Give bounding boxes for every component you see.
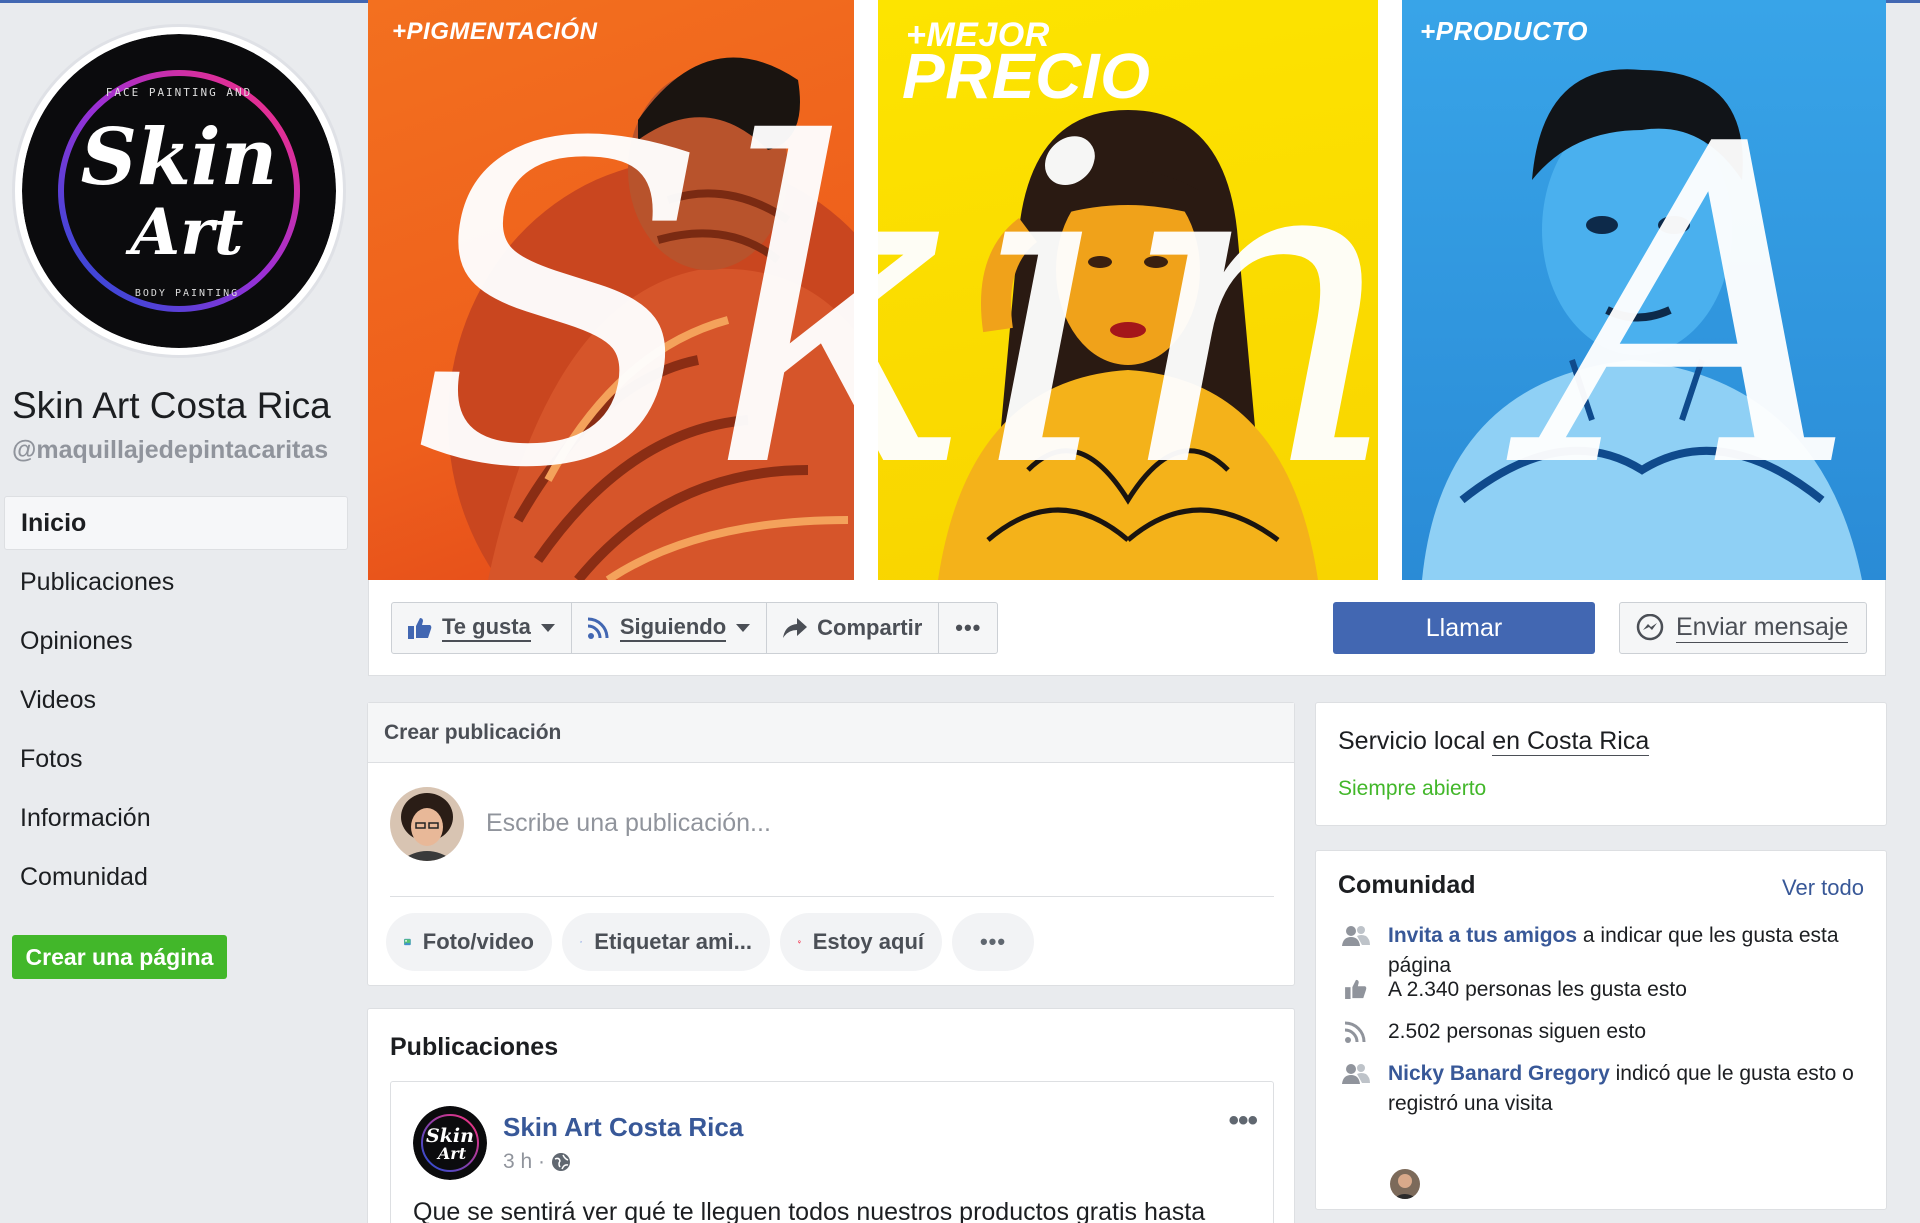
create-post-card: Crear publicación Escribe una publicació… bbox=[367, 702, 1295, 986]
photo-video-chip[interactable]: Foto/video bbox=[386, 913, 552, 971]
check-in-label: Estoy aquí bbox=[812, 929, 924, 954]
nav-item-fotos[interactable]: Fotos bbox=[4, 732, 348, 791]
nav-item-publicaciones[interactable]: Publicaciones bbox=[4, 555, 348, 614]
cover-caption-precio: PRECIO bbox=[902, 40, 1151, 112]
location-link[interactable]: en Costa Rica bbox=[1492, 727, 1650, 756]
globe-icon[interactable] bbox=[551, 1152, 571, 1172]
likes-row: A 2.340 personas les gusta esto bbox=[1338, 975, 1868, 1005]
photo-video-label: Foto/video bbox=[422, 929, 534, 954]
page-name[interactable]: Skin Art Costa Rica bbox=[12, 385, 331, 427]
community-card: Comunidad Ver todo Invita a tus amigos a… bbox=[1315, 850, 1887, 1210]
logo-ring-top-text: FACE PAINTING AND bbox=[106, 86, 253, 99]
posts-section: Publicaciones Skin Art Skin Art Costa Ri… bbox=[367, 1008, 1295, 1223]
photo-icon bbox=[404, 938, 411, 946]
tag-friends-label: Etiquetar ami... bbox=[594, 929, 752, 954]
create-post-header: Crear publicación bbox=[368, 703, 1294, 763]
location-prefix: en bbox=[1492, 727, 1521, 755]
user-avatar bbox=[390, 787, 464, 861]
nav-item-videos[interactable]: Videos bbox=[4, 673, 348, 732]
more-dots-icon: ••• bbox=[955, 615, 982, 640]
category-label[interactable]: Servicio local bbox=[1338, 727, 1485, 755]
following-label: Siguiendo bbox=[619, 614, 727, 642]
post-author-name[interactable]: Skin Art Costa Rica bbox=[503, 1112, 743, 1143]
like-button[interactable]: Te gusta bbox=[392, 603, 572, 653]
posts-section-title: Publicaciones bbox=[390, 1033, 559, 1061]
post-composer-input[interactable]: Escribe una publicación... bbox=[486, 809, 771, 838]
more-composer-options-chip[interactable]: ••• bbox=[952, 913, 1034, 971]
nav-item-opiniones[interactable]: Opiniones bbox=[4, 614, 348, 673]
post-text: Que se sentirá ver qué te lleguen todos … bbox=[413, 1198, 1206, 1223]
invite-friends-link[interactable]: Invita a tus amigos bbox=[1388, 924, 1577, 947]
nav-item-inicio[interactable]: Inicio bbox=[4, 496, 348, 550]
share-button[interactable]: Compartir bbox=[767, 603, 940, 653]
tag-friends-icon bbox=[580, 941, 583, 944]
more-dots-icon: ••• bbox=[979, 929, 1007, 954]
post-author-avatar[interactable]: Skin Art bbox=[413, 1106, 487, 1180]
thumbs-up-icon bbox=[1338, 975, 1374, 1005]
cover-script-text: Skin Art bbox=[408, 52, 1886, 564]
create-page-button[interactable]: Crear una página bbox=[12, 935, 227, 979]
friend-avatar[interactable] bbox=[1390, 1169, 1420, 1199]
community-title: Comunidad bbox=[1338, 871, 1476, 899]
messenger-icon bbox=[1636, 614, 1664, 641]
logo-art-text: Art bbox=[126, 195, 244, 270]
logo-ring-bottom-text: BODY PAINTING bbox=[135, 288, 239, 299]
page-action-bar: Te gusta Siguiendo Compartir ••• Llamar bbox=[368, 580, 1886, 676]
profile-picture[interactable]: Skin Art FACE PAINTING AND BODY PAINTING bbox=[22, 34, 336, 348]
page-handle[interactable]: @maquillajedepintacaritas bbox=[12, 436, 328, 465]
page-action-buttons: Te gusta Siguiendo Compartir ••• bbox=[391, 602, 999, 654]
nav-item-comunidad[interactable]: Comunidad bbox=[4, 850, 348, 909]
skin-art-logo: Skin Art FACE PAINTING AND BODY PAINTING bbox=[22, 34, 336, 348]
hours-status[interactable]: Siempre abierto bbox=[1338, 777, 1486, 801]
category-line: Servicio local en Costa Rica bbox=[1338, 727, 1650, 756]
tag-friends-chip[interactable]: Etiquetar ami... bbox=[562, 913, 770, 971]
page-nav: Inicio Publicaciones Opiniones Videos Fo… bbox=[4, 496, 348, 909]
people-icon bbox=[1338, 1059, 1374, 1119]
left-column: Skin Art FACE PAINTING AND BODY PAINTING… bbox=[0, 0, 360, 1223]
divider bbox=[390, 896, 1274, 897]
chevron-down-icon bbox=[540, 624, 555, 632]
following-button[interactable]: Siguiendo bbox=[572, 603, 768, 653]
post-meta: 3 h · bbox=[503, 1150, 571, 1174]
people-icon bbox=[1338, 921, 1374, 981]
chevron-down-icon bbox=[736, 624, 751, 632]
location-pin-icon bbox=[798, 940, 801, 944]
post-card: Skin Art Skin Art Costa Rica 3 h · ••• Q… bbox=[390, 1081, 1274, 1223]
see-all-link[interactable]: Ver todo bbox=[1782, 875, 1864, 901]
location-name: Costa Rica bbox=[1527, 727, 1650, 755]
post-timestamp[interactable]: 3 h · bbox=[503, 1150, 545, 1174]
send-message-label: Enviar mensaje bbox=[1676, 613, 1849, 643]
invite-friends-row: Invita a tus amigos a indicar que les gu… bbox=[1338, 921, 1868, 981]
logo-skin-text: Skin bbox=[81, 112, 278, 203]
send-message-button[interactable]: Enviar mensaje bbox=[1619, 602, 1867, 654]
check-in-chip[interactable]: Estoy aquí bbox=[780, 913, 942, 971]
post-options-button[interactable]: ••• bbox=[1228, 1104, 1257, 1138]
cover-caption-pigmentacion: +PIGMENTACIÓN bbox=[392, 18, 598, 45]
rss-icon bbox=[1338, 1017, 1374, 1047]
share-arrow-icon bbox=[783, 618, 808, 638]
follows-row: 2.502 personas siguen esto bbox=[1338, 1017, 1868, 1047]
likes-count-text: A 2.340 personas les gusta esto bbox=[1388, 978, 1687, 1001]
cover-photo[interactable]: Skin Art +PIGMENTACIÓN +MEJOR PRECIO +PR… bbox=[368, 0, 1886, 580]
share-label: Compartir bbox=[817, 615, 923, 640]
nav-item-informacion[interactable]: Información bbox=[4, 791, 348, 850]
friend-name-link[interactable]: Nicky Banard Gregory bbox=[1388, 1062, 1610, 1085]
cover-caption-producto: +PRODUCTO bbox=[1420, 16, 1588, 46]
call-button[interactable]: Llamar bbox=[1333, 602, 1595, 654]
more-options-button[interactable]: ••• bbox=[939, 603, 997, 653]
friend-activity-row: Nicky Banard Gregory indicó que le gusta… bbox=[1338, 1059, 1868, 1119]
rss-icon bbox=[587, 617, 609, 639]
like-label: Te gusta bbox=[442, 614, 531, 642]
thumbs-up-icon bbox=[408, 618, 432, 639]
follows-count-text: 2.502 personas siguen esto bbox=[1388, 1020, 1647, 1043]
page-info-card: Servicio local en Costa Rica Siempre abi… bbox=[1315, 702, 1887, 826]
avatar-art-text: Art bbox=[436, 1144, 467, 1163]
